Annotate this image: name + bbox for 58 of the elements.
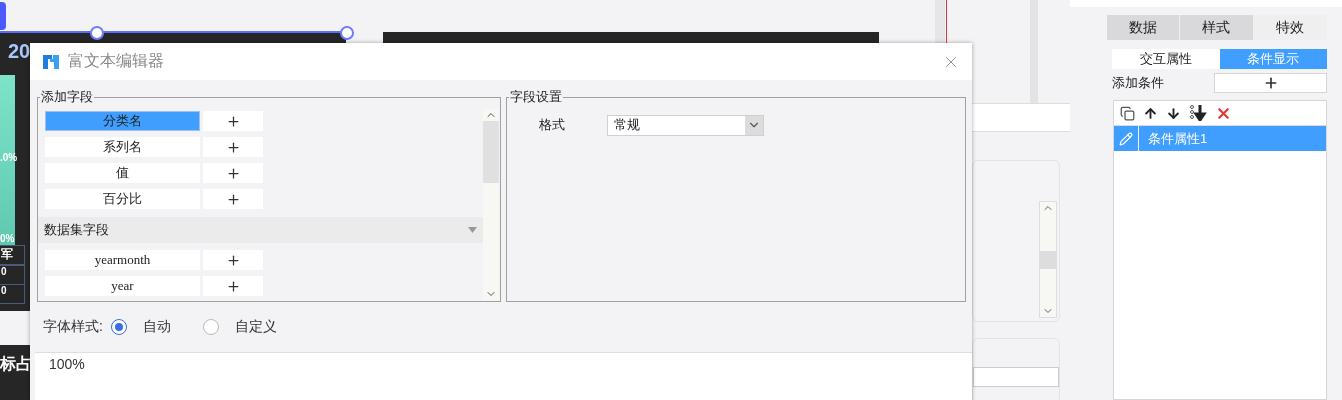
resize-handle[interactable]	[340, 26, 354, 40]
radio-button[interactable]	[110, 319, 127, 335]
copy-icon[interactable]	[1120, 105, 1135, 121]
field-button[interactable]: 系列名	[45, 137, 200, 157]
plus-icon	[225, 278, 241, 294]
radio-option[interactable]: 自动	[110, 318, 171, 336]
caption-panel	[0, 345, 30, 400]
scrollbar[interactable]	[483, 109, 499, 300]
resize-handle[interactable]	[90, 26, 104, 40]
format-label: 格式	[539, 116, 565, 134]
tag-badge	[0, 2, 6, 30]
table-cell: 0	[0, 284, 25, 304]
panel-tab[interactable]: 样式	[1180, 15, 1253, 40]
radio-button[interactable]	[202, 319, 219, 335]
field-button[interactable]: 分类名	[45, 111, 200, 131]
plus-icon	[225, 252, 241, 268]
field-button[interactable]: 百分比	[45, 189, 200, 209]
window-title: 富文本编辑器	[68, 51, 165, 71]
caption-text: 标占	[0, 354, 32, 374]
editor-text: 100%	[49, 356, 85, 372]
move-to-bottom-icon[interactable]	[1189, 105, 1207, 121]
scrollbar-thumb[interactable]	[483, 121, 499, 183]
section-title: 添加字段	[40, 88, 94, 106]
panel-tab[interactable]: 数据	[1107, 15, 1180, 40]
sub-tab[interactable]: 交互属性	[1112, 49, 1220, 69]
add-field-button[interactable]	[203, 250, 263, 270]
font-style-label: 字体样式:	[43, 318, 103, 336]
plus-icon	[225, 165, 241, 181]
add-field-button[interactable]	[203, 137, 263, 157]
add-field-button[interactable]	[203, 276, 263, 296]
rich-text-editor[interactable]: 100%	[35, 352, 972, 400]
format-select[interactable]: 常规	[607, 114, 764, 136]
field-button[interactable]: yearmonth	[45, 250, 200, 270]
axis-label: 0%	[0, 233, 15, 244]
add-condition-button[interactable]	[1214, 73, 1327, 93]
input-field[interactable]	[973, 367, 1059, 387]
group-header[interactable]: 数据集字段	[38, 217, 483, 243]
plus-icon	[225, 139, 241, 155]
pencil-icon	[1119, 131, 1133, 146]
app-logo-icon	[42, 52, 60, 71]
plus-icon	[225, 113, 241, 129]
section-title: 字段设置	[509, 88, 563, 106]
plus-icon	[225, 191, 241, 207]
add-condition-label: 添加条件	[1112, 74, 1165, 92]
arrow-down-icon[interactable]	[1166, 105, 1181, 121]
add-field-button[interactable]	[203, 189, 263, 209]
table-cell: 0	[0, 265, 25, 285]
scrollbar[interactable]	[1039, 201, 1057, 318]
table-cell: 军	[0, 245, 25, 265]
arrow-up-icon[interactable]	[1143, 105, 1158, 121]
radio-option[interactable]: 自定义	[202, 318, 277, 336]
caret-icon	[468, 227, 477, 233]
scrollbar-thumb[interactable]	[1040, 250, 1056, 269]
add-field-button[interactable]	[203, 111, 263, 131]
field-button[interactable]: year	[45, 276, 200, 296]
add-field-button[interactable]	[203, 163, 263, 183]
chart-title: 20	[8, 40, 31, 63]
field-button[interactable]: 值	[45, 163, 200, 183]
